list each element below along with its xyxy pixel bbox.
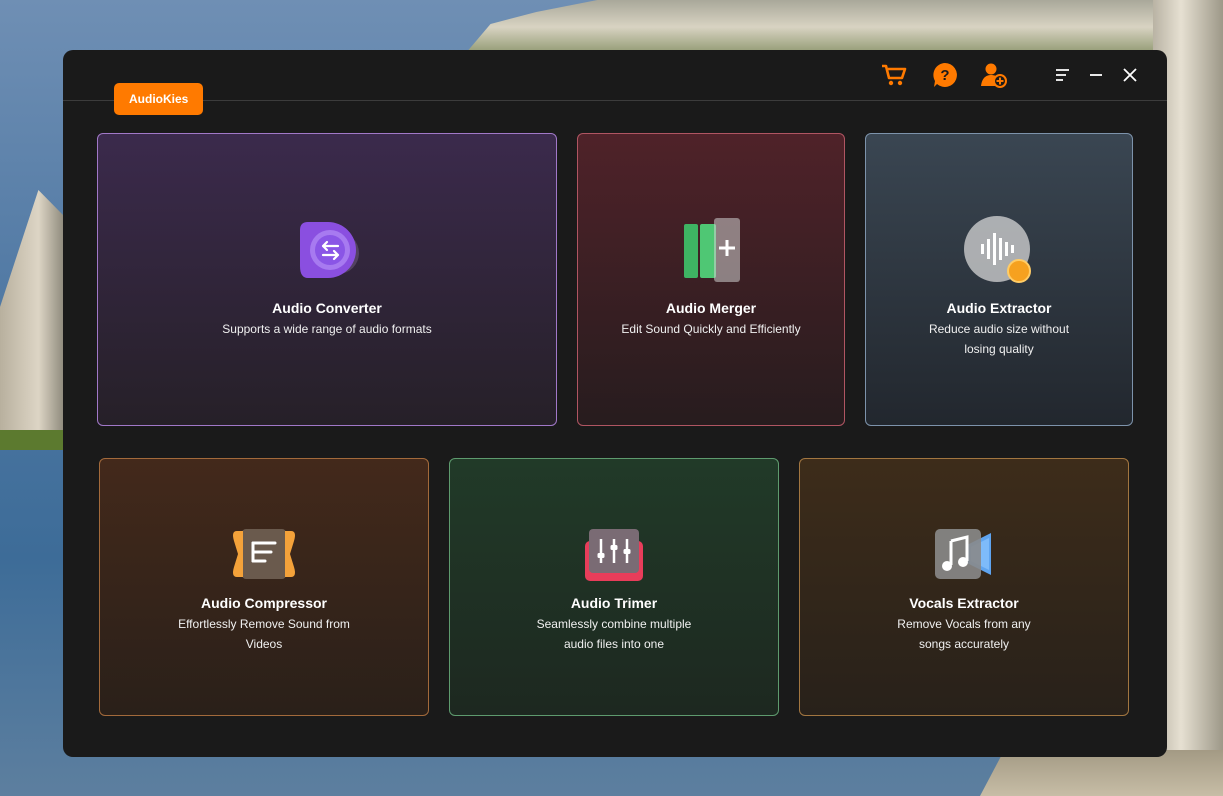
audio-compressor-desc: Effortlessly Remove Sound from Videos [178,617,350,651]
svg-text:?: ? [940,67,949,84]
vocals-extractor-card[interactable]: Vocals Extractor Remove Vocals from any … [799,458,1129,716]
menu-icon[interactable] [1050,62,1076,88]
vocals-extractor-desc: Remove Vocals from any songs accurately [897,617,1031,651]
audio-compressor-card[interactable]: Audio Compressor Effortlessly Remove Sou… [99,458,429,716]
audio-converter-title: Audio Converter [272,300,382,316]
vocals-extractor-title: Vocals Extractor [909,595,1019,611]
audio-trimmer-title: Audio Trimer [570,595,658,611]
audio-extractor-icon [964,216,1034,286]
minimize-icon[interactable] [1083,62,1109,88]
audio-merger-desc: Edit Sound Quickly and Efficiently [621,322,801,336]
audio-extractor-card[interactable]: Audio Extractor Reduce audio size withou… [865,133,1133,426]
brand-badge: AudioKies [114,83,204,115]
help-icon[interactable]: ? [932,62,958,88]
titlebar: ? [63,50,1167,101]
audio-converter-card[interactable]: Audio Converter Supports a wide range of… [97,133,557,426]
audio-converter-desc: Supports a wide range of audio formats [222,322,432,336]
audio-trimmer-card[interactable]: Audio Trimer Seamlessly combine multiple… [449,458,779,716]
app-window: ? AudioKies Audio Converter Supports a w… [63,50,1167,757]
audio-extractor-desc: Reduce audio size without losing quality [928,322,1070,356]
audio-converter-icon [292,216,362,286]
vocals-extractor-icon [929,519,999,589]
close-icon[interactable] [1117,62,1143,88]
audio-compressor-title: Audio Compressor [200,595,327,611]
audio-extractor-title: Audio Extractor [946,300,1052,316]
background-cliff-left [0,190,64,450]
audio-merger-card[interactable]: Audio Merger Edit Sound Quickly and Effi… [577,133,845,426]
audio-trimmer-desc: Seamlessly combine multiple audio files … [536,617,692,651]
audio-compressor-icon [229,519,299,589]
audio-merger-title: Audio Merger [665,300,757,316]
audio-merger-icon [676,216,746,286]
audio-trimmer-icon [579,519,649,589]
user-add-icon[interactable] [981,62,1007,88]
cart-icon[interactable] [881,62,907,88]
background-grass [0,430,64,450]
